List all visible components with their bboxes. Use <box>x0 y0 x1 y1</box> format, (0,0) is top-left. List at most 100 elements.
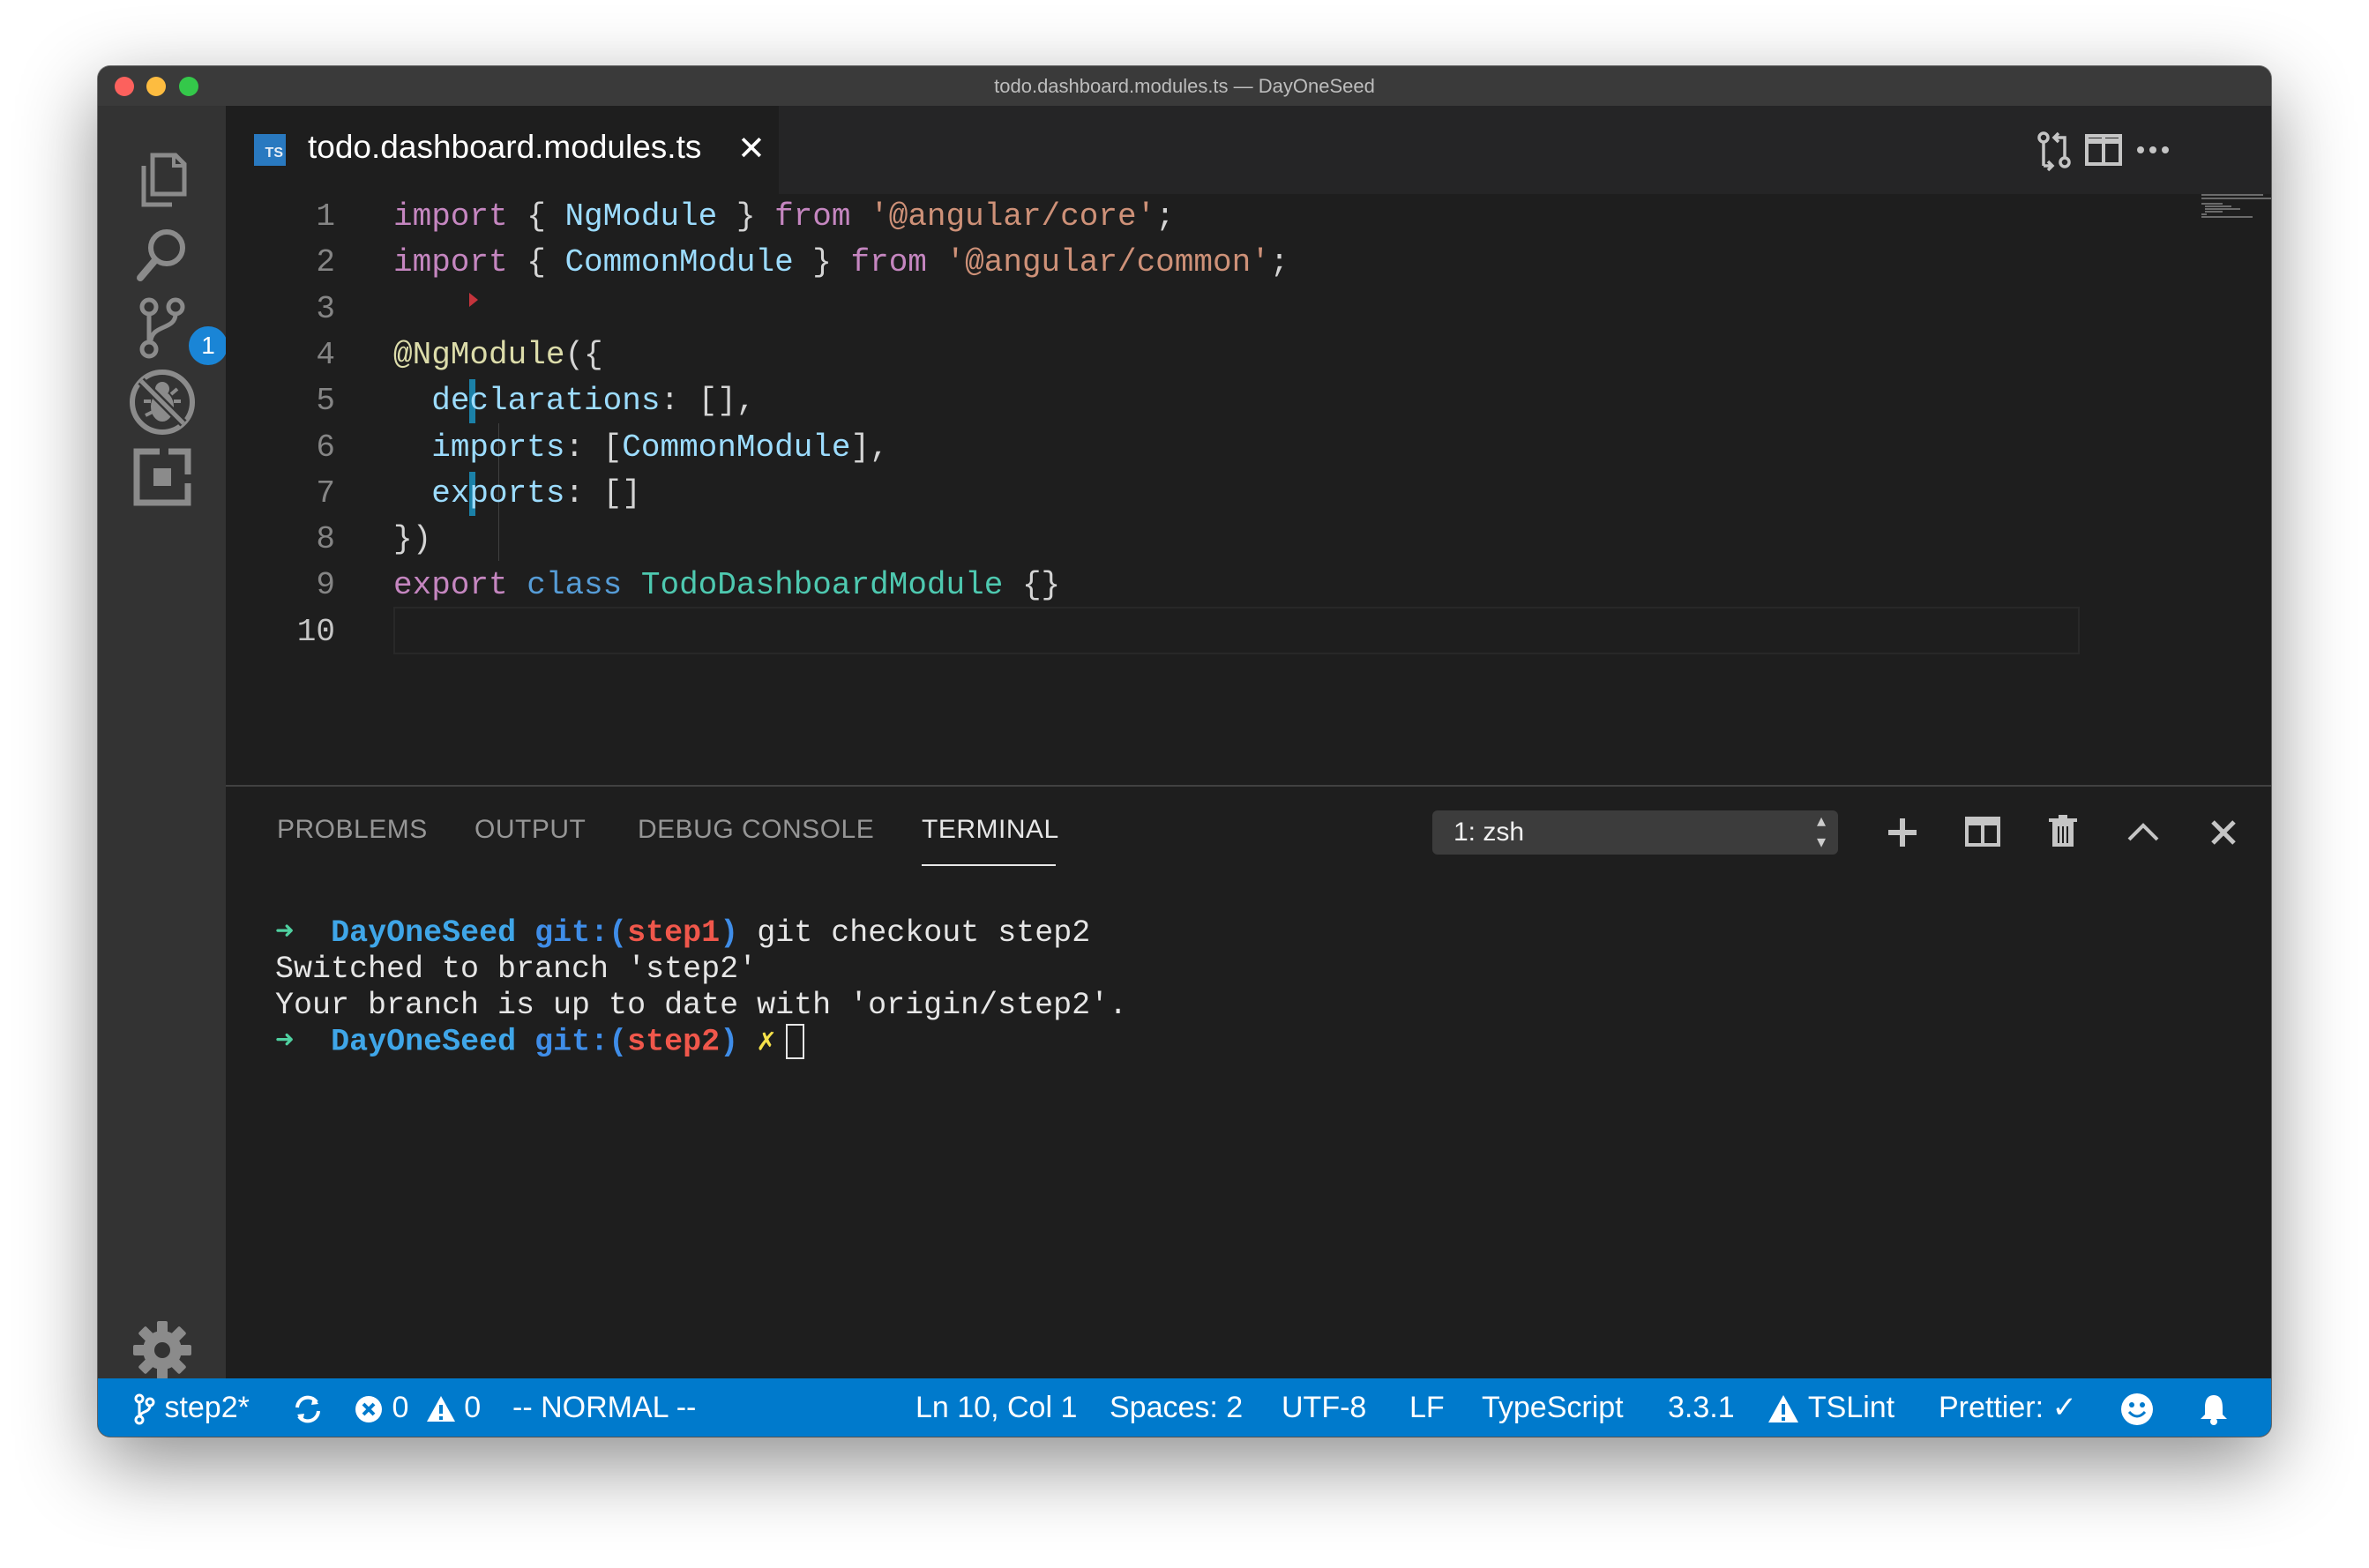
indentation[interactable]: Spaces: 2 <box>1110 1378 1243 1437</box>
extensions-icon[interactable] <box>126 441 198 513</box>
warning-icon <box>1768 1395 1798 1423</box>
status-bar: step2* 0 0 -- NORMAL -- Ln 10, Col 1 Spa… <box>98 1378 2271 1437</box>
language-mode[interactable]: TypeScript <box>1482 1378 1624 1437</box>
tab-debug-console[interactable]: DEBUG CONSOLE <box>638 815 874 845</box>
terminal-token: ➜ <box>275 915 332 951</box>
tslint-status[interactable]: TSLint <box>1767 1378 1894 1437</box>
code-text: import { NgModule } from '@angular/core'… <box>393 194 1175 240</box>
code-token: imports <box>431 429 565 466</box>
git-branch-icon <box>134 1393 155 1425</box>
code-token: import <box>393 198 508 235</box>
error-icon <box>355 1396 382 1423</box>
minimap[interactable] <box>2201 194 2271 247</box>
code-line[interactable]: 7 exports: [] <box>226 471 2166 517</box>
tab-output[interactable]: OUTPUT <box>475 815 586 845</box>
sync-icon[interactable] <box>292 1378 324 1437</box>
code-line[interactable]: 3 <box>226 287 2166 332</box>
maximize-window-button[interactable] <box>179 77 198 96</box>
split-terminal-icon[interactable] <box>1960 810 2006 855</box>
editor-tab-active[interactable]: TS todo.dashboard.modules.ts ✕ <box>226 106 779 194</box>
terminal-token: step1 <box>627 915 721 951</box>
line-number: 7 <box>316 474 335 511</box>
code-token: class <box>527 567 623 604</box>
code-token: ], <box>850 429 889 466</box>
code-text: export class TodoDashboardModule {} <box>393 563 1060 609</box>
code-text: @NgModule({ <box>393 332 603 378</box>
select-arrows-icon: ▴ ▾ <box>1816 811 1826 852</box>
close-window-button[interactable] <box>115 77 134 96</box>
code-line[interactable]: 8}) <box>226 517 2166 563</box>
line-number: 6 <box>316 429 335 466</box>
code-line[interactable]: 1 import { NgModule } from '@angular/core… <box>226 194 2166 240</box>
split-editor-icon[interactable] <box>2079 125 2128 175</box>
error-count: 0 <box>392 1391 409 1424</box>
settings-gear-icon[interactable] <box>126 1314 198 1386</box>
terminal-selector-value: 1: zsh <box>1454 818 1525 847</box>
code-line[interactable]: 2 import { CommonModule } from '@angular/… <box>226 240 2166 286</box>
code-line[interactable]: 4 @NgModule({ <box>226 332 2166 378</box>
window-title: todo.dashboard.modules.ts — DayOneSeed <box>994 75 1375 97</box>
source-control-icon[interactable]: 1 <box>126 291 228 365</box>
end-of-line[interactable]: LF <box>1409 1378 1445 1437</box>
warning-icon <box>426 1396 455 1422</box>
line-number: 8 <box>316 521 335 558</box>
tslint-label: TSLint <box>1807 1391 1895 1424</box>
code-line[interactable]: 10 <box>226 609 2166 655</box>
warning-count: 0 <box>464 1391 482 1424</box>
kill-terminal-icon[interactable] <box>2040 810 2086 855</box>
more-actions-icon[interactable] <box>2128 125 2178 175</box>
terminal-selector[interactable]: 1: zsh ▴ ▾ <box>1432 810 1838 855</box>
code-line[interactable]: 9 export class TodoDashboardModule {} <box>226 563 2166 609</box>
vim-mode: -- NORMAL -- <box>512 1391 697 1424</box>
code-token: TodoDashboardModule <box>640 567 1004 604</box>
branch-name: step2* <box>164 1391 250 1424</box>
code-token: CommonModule <box>564 244 794 281</box>
code-token: {} <box>1003 567 1061 604</box>
tab-close-button[interactable]: ✕ <box>737 127 766 171</box>
cursor-position[interactable]: Ln 10, Col 1 <box>915 1378 1077 1437</box>
debug-icon[interactable] <box>126 366 198 438</box>
code-token: '@angular/common' <box>945 244 1270 281</box>
open-changes-icon[interactable] <box>2029 125 2079 175</box>
terminal-line: ➜ DayOneSeed git:(step2) ✗ <box>275 1024 805 1060</box>
code-text: }) <box>393 517 431 563</box>
branch-indicator[interactable]: step2* <box>133 1378 250 1437</box>
line-number: 3 <box>316 290 335 327</box>
code-token: ({ <box>564 336 603 373</box>
code-token: }) <box>393 521 432 558</box>
problems-indicator[interactable]: 0 0 <box>354 1378 481 1437</box>
new-terminal-icon[interactable] <box>1880 810 1925 855</box>
terminal-line: Switched to branch 'step2' <box>275 952 757 988</box>
terminal-line: ➜ DayOneSeed git:(step1) git checkout st… <box>275 915 1090 952</box>
feedback-smiley-icon[interactable] <box>2119 1378 2155 1437</box>
tab-terminal[interactable]: TERMINAL <box>922 815 1059 845</box>
code-token: { <box>507 244 565 281</box>
code-token: export <box>393 567 508 604</box>
encoding[interactable]: UTF-8 <box>1282 1378 1366 1437</box>
terminal-token: ✗ <box>738 1024 776 1060</box>
code-line[interactable]: 5 declarations: [], <box>226 378 2166 424</box>
notifications-bell-icon[interactable] <box>2197 1378 2231 1437</box>
close-panel-icon[interactable] <box>2201 810 2246 855</box>
search-icon[interactable] <box>126 218 198 290</box>
code-token: : [ <box>564 429 623 466</box>
line-number: 5 <box>316 383 335 420</box>
code-token: import <box>393 244 508 281</box>
minimize-window-button[interactable] <box>146 77 166 96</box>
explorer-icon[interactable] <box>126 143 198 215</box>
code-token: from <box>850 244 927 281</box>
maximize-panel-icon[interactable] <box>2120 810 2166 855</box>
code-token: : [], <box>660 383 756 420</box>
prettier-status[interactable]: Prettier: ✓ <box>1939 1378 2077 1437</box>
code-editor[interactable]: 1 import { NgModule } from '@angular/core… <box>226 194 2271 785</box>
activity-bar: 1 <box>98 106 228 1379</box>
vscode-window: todo.dashboard.modules.ts — DayOneSeed 1… <box>98 66 2271 1437</box>
code-text: declarations: [], <box>393 378 756 424</box>
typescript-version[interactable]: 3.3.1 <box>1668 1378 1735 1437</box>
code-line[interactable]: 6 imports: [CommonModule], <box>226 425 2166 471</box>
tab-problems[interactable]: PROBLEMS <box>277 815 428 845</box>
